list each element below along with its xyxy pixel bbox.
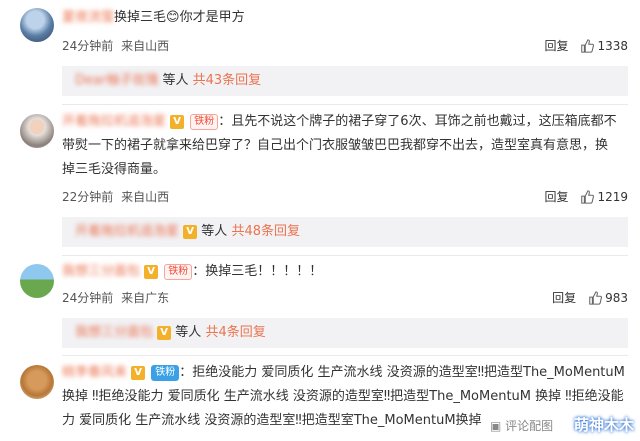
comment-actions: 回复 1338 — [544, 37, 628, 54]
reply-middle: 等人 — [175, 325, 202, 340]
image-icon: ▣ — [490, 419, 502, 433]
vip-icon: V — [183, 224, 198, 239]
reply-names[interactable]: Dear柚子玫瑰 — [75, 73, 158, 88]
comment-actions: 回复 983 — [552, 289, 628, 306]
comment-meta: 24分钟前 来自广东 — [62, 289, 169, 306]
fan-badge: 铁粉 — [151, 364, 180, 381]
comment-meta: 22分钟前 来自山西 — [62, 188, 169, 205]
thumbs-up-icon — [581, 38, 595, 53]
timestamp: 24分钟前 — [62, 291, 114, 305]
more-replies-link[interactable]: 共4条回复 — [205, 325, 265, 340]
like-button[interactable]: 1219 — [580, 190, 628, 204]
watermark: 萌神木木 — [573, 416, 634, 434]
comment-actions: 回复 1219 — [544, 188, 628, 205]
reply-button[interactable]: 回复 — [544, 188, 568, 205]
avatar[interactable] — [20, 365, 54, 399]
report-image-link[interactable]: ▣ 评论配图 — [490, 417, 553, 434]
fan-badge: 铁粉 — [190, 113, 219, 130]
vip-icon: V — [131, 365, 146, 380]
reply-middle: 等人 — [162, 73, 189, 88]
comment-text: ：换掉三毛！！！！！ — [192, 264, 323, 279]
reply-summary[interactable]: Dear柚子玫瑰 等人 共43条回复 — [62, 66, 628, 96]
username[interactable]: 夏夜流萤 — [62, 10, 114, 25]
location: 来自广东 — [121, 291, 170, 305]
report-image-label: 评论配图 — [505, 419, 554, 433]
avatar[interactable] — [20, 8, 54, 42]
avatar[interactable] — [20, 264, 54, 298]
thumbs-up-icon — [589, 290, 603, 305]
comment-body: 开着拖拉机追泡星 V 铁粉 ：且先不说这个牌子的裙子穿了6次、耳饰之前也戴过，这压… — [62, 110, 620, 182]
reply-button[interactable]: 回复 — [544, 37, 568, 54]
like-button[interactable]: 983 — [588, 291, 628, 305]
vip-icon: V — [157, 325, 172, 340]
comment-meta: 24分钟前 来自山西 — [62, 37, 169, 54]
reply-names[interactable]: 开着拖拉机追泡星 — [75, 224, 179, 239]
divider — [62, 355, 628, 356]
username[interactable]: 我想三分面包 — [62, 264, 140, 279]
like-count: 983 — [605, 290, 628, 305]
divider — [62, 104, 628, 105]
location: 来自山西 — [121, 190, 170, 204]
reply-summary[interactable]: 开着拖拉机追泡星 V 等人 共48条回复 — [62, 217, 628, 247]
comment-text: 换掉三毛😊你才是甲方 — [114, 10, 245, 25]
timestamp: 24分钟前 — [62, 39, 114, 53]
like-count: 1338 — [597, 38, 628, 53]
username[interactable]: 开着拖拉机追泡星 — [62, 114, 166, 129]
username[interactable]: 桃李春风来 — [62, 365, 127, 380]
reply-middle: 等人 — [201, 224, 228, 239]
avatar[interactable] — [20, 114, 54, 148]
comment-body: 夏夜流萤换掉三毛😊你才是甲方 — [62, 6, 620, 30]
thumbs-up-icon — [581, 189, 595, 204]
divider — [62, 255, 628, 256]
reply-button[interactable]: 回复 — [552, 289, 576, 306]
vip-icon: V — [144, 264, 159, 279]
like-button[interactable]: 1338 — [580, 39, 628, 53]
more-replies-link[interactable]: 共48条回复 — [231, 224, 300, 239]
location: 来自山西 — [121, 39, 170, 53]
reply-names[interactable]: 我想三分面包 — [75, 325, 153, 340]
like-count: 1219 — [597, 189, 628, 204]
more-replies-link[interactable]: 共43条回复 — [193, 73, 262, 88]
reply-summary[interactable]: 我想三分面包 V 等人 共4条回复 — [62, 318, 628, 348]
comment-body: 我想三分面包 V 铁粉 ：换掉三毛！！！！！ — [62, 260, 620, 284]
fan-badge: 铁粉 — [164, 263, 193, 280]
timestamp: 22分钟前 — [62, 190, 114, 204]
vip-icon: V — [170, 114, 185, 129]
